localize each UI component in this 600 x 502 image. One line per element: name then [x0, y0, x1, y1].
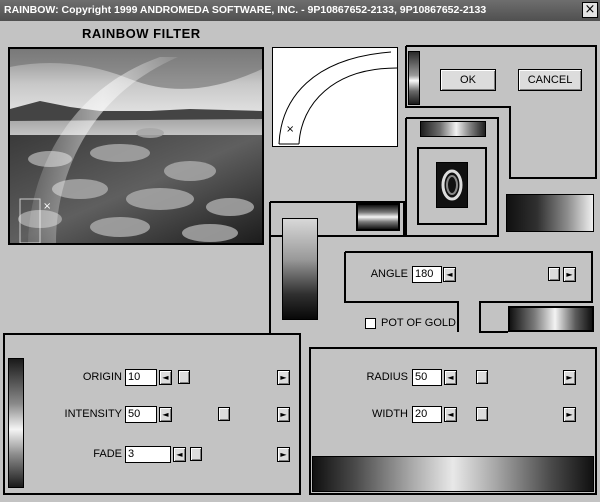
intensity-slider-thumb[interactable] — [218, 407, 230, 421]
radius-label: RADIUS — [366, 371, 408, 383]
origin-field[interactable]: 10 — [125, 369, 157, 386]
left-vertical-gradient[interactable] — [8, 358, 24, 488]
radius-field[interactable]: 50 — [412, 369, 442, 386]
width-left-arrow[interactable]: ◄ — [444, 407, 457, 422]
rainbow-gradient-bar[interactable] — [312, 456, 594, 492]
cancel-button[interactable]: CANCEL — [518, 69, 582, 91]
fade-label: FADE — [93, 448, 122, 460]
color-gradient-swatch[interactable] — [506, 194, 594, 232]
preview-image: × — [10, 49, 262, 243]
intensity-left-arrow[interactable]: ◄ — [159, 407, 172, 422]
width-slider-thumb[interactable] — [476, 407, 488, 421]
width-label: WIDTH — [371, 408, 408, 420]
arc-diagram[interactable]: × — [272, 47, 398, 147]
arc-diagram-graphic: × — [278, 51, 398, 145]
center-swatch-button[interactable] — [356, 203, 400, 231]
fade-slider-thumb[interactable] — [190, 447, 202, 461]
vertical-gradient-swatch[interactable] — [282, 218, 318, 320]
fade-field[interactable]: 3 — [125, 446, 171, 463]
image-preview[interactable]: × — [8, 47, 264, 245]
origin-slider-thumb[interactable] — [178, 370, 190, 384]
fade-right-arrow[interactable]: ► — [277, 447, 290, 462]
pot-of-gold-label: POT OF GOLD — [381, 317, 456, 329]
width-right-arrow[interactable]: ► — [563, 407, 576, 422]
angle-field[interactable]: 180 — [412, 266, 442, 283]
origin-right-arrow[interactable]: ► — [277, 370, 290, 385]
width-field[interactable]: 20 — [412, 406, 442, 423]
angle-slider-thumb[interactable] — [548, 267, 560, 281]
intensity-label: INTENSITY — [64, 408, 122, 420]
intensity-field[interactable]: 50 — [125, 406, 157, 423]
intensity-right-arrow[interactable]: ► — [277, 407, 290, 422]
angle-left-arrow[interactable]: ◄ — [443, 267, 456, 282]
radius-right-arrow[interactable]: ► — [563, 370, 576, 385]
filter-title: RAINBOW FILTER — [82, 26, 201, 41]
origin-label: ORIGIN — [82, 371, 122, 383]
pot-of-gold-checkbox[interactable] — [365, 318, 376, 329]
origin-marker: × — [43, 201, 51, 212]
fade-left-arrow[interactable]: ◄ — [173, 447, 186, 462]
gradient-bar-top[interactable] — [420, 121, 486, 137]
radius-left-arrow[interactable]: ◄ — [444, 370, 457, 385]
gradient-bar-middle[interactable] — [508, 306, 594, 332]
angle-right-arrow[interactable]: ► — [563, 267, 576, 282]
top-vertical-swatch[interactable] — [408, 51, 420, 105]
arc-marker: × — [286, 124, 294, 135]
radius-slider-thumb[interactable] — [476, 370, 488, 384]
ring-swatch-icon[interactable] — [436, 162, 468, 208]
ok-button[interactable]: OK — [440, 69, 496, 91]
angle-label: ANGLE — [370, 268, 408, 280]
origin-left-arrow[interactable]: ◄ — [159, 370, 172, 385]
